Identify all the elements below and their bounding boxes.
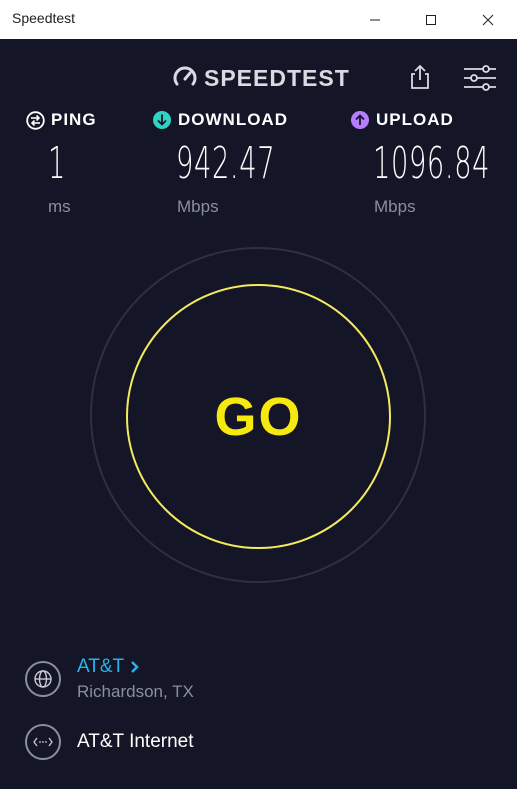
server-row: AT&T Richardson, TX — [25, 656, 194, 702]
settings-button[interactable] — [462, 64, 498, 92]
upload-value: 1096.84 — [373, 138, 491, 189]
connection-icon-wrap — [25, 724, 61, 760]
close-button[interactable] — [460, 0, 516, 39]
download-value: 942.47 — [176, 138, 276, 189]
server-icon-wrap — [25, 661, 61, 697]
server-link[interactable]: AT&T — [77, 656, 194, 678]
share-icon — [411, 64, 429, 89]
ping-value: 1 — [48, 138, 66, 189]
title-bar: Speedtest — [0, 0, 517, 39]
upload-label: UPLOAD — [376, 110, 454, 129]
download-header: DOWNLOAD — [152, 108, 288, 132]
maximize-icon — [426, 14, 436, 25]
go-button[interactable]: GO — [126, 284, 391, 549]
logo-text: SPEEDTEST — [204, 64, 350, 91]
download-unit: Mbps — [177, 197, 219, 216]
connection-dots-icon — [33, 737, 53, 747]
ping-metric: PING — [26, 108, 97, 132]
gauge-icon — [173, 66, 197, 86]
globe-icon — [34, 670, 52, 688]
ping-header: PING — [26, 108, 97, 132]
download-arrow-icon — [153, 111, 171, 129]
close-icon — [482, 14, 494, 25]
settings-sliders-icon — [464, 65, 496, 91]
connection-info: AT&T Internet — [77, 731, 194, 753]
go-label: GO — [214, 386, 303, 447]
server-info: AT&T Richardson, TX — [77, 656, 194, 702]
server-name: AT&T — [77, 656, 125, 677]
speedtest-logo: SPEEDTEST — [172, 63, 350, 93]
window-title: Speedtest — [12, 10, 76, 26]
share-button[interactable] — [405, 62, 435, 92]
minimize-button[interactable] — [347, 0, 403, 39]
minimize-icon — [370, 19, 380, 20]
ping-unit: ms — [48, 197, 71, 216]
chevron-right-icon — [131, 661, 139, 673]
download-label: DOWNLOAD — [178, 110, 288, 129]
maximize-button[interactable] — [403, 0, 459, 39]
server-location: Richardson, TX — [77, 682, 194, 701]
download-metric: DOWNLOAD — [152, 108, 288, 132]
upload-metric: UPLOAD — [350, 108, 454, 132]
ping-icon — [26, 110, 45, 130]
connection-row: AT&T Internet — [25, 724, 194, 760]
ping-label: PING — [51, 110, 97, 129]
upload-arrow-icon — [351, 111, 369, 129]
speedtest-window: Speedtest SPEEDTEST PING 1 ms DOWNLOAD 9… — [0, 0, 517, 789]
upload-unit: Mbps — [374, 197, 416, 216]
connection-name: AT&T Internet — [77, 731, 194, 752]
upload-header: UPLOAD — [350, 108, 454, 132]
